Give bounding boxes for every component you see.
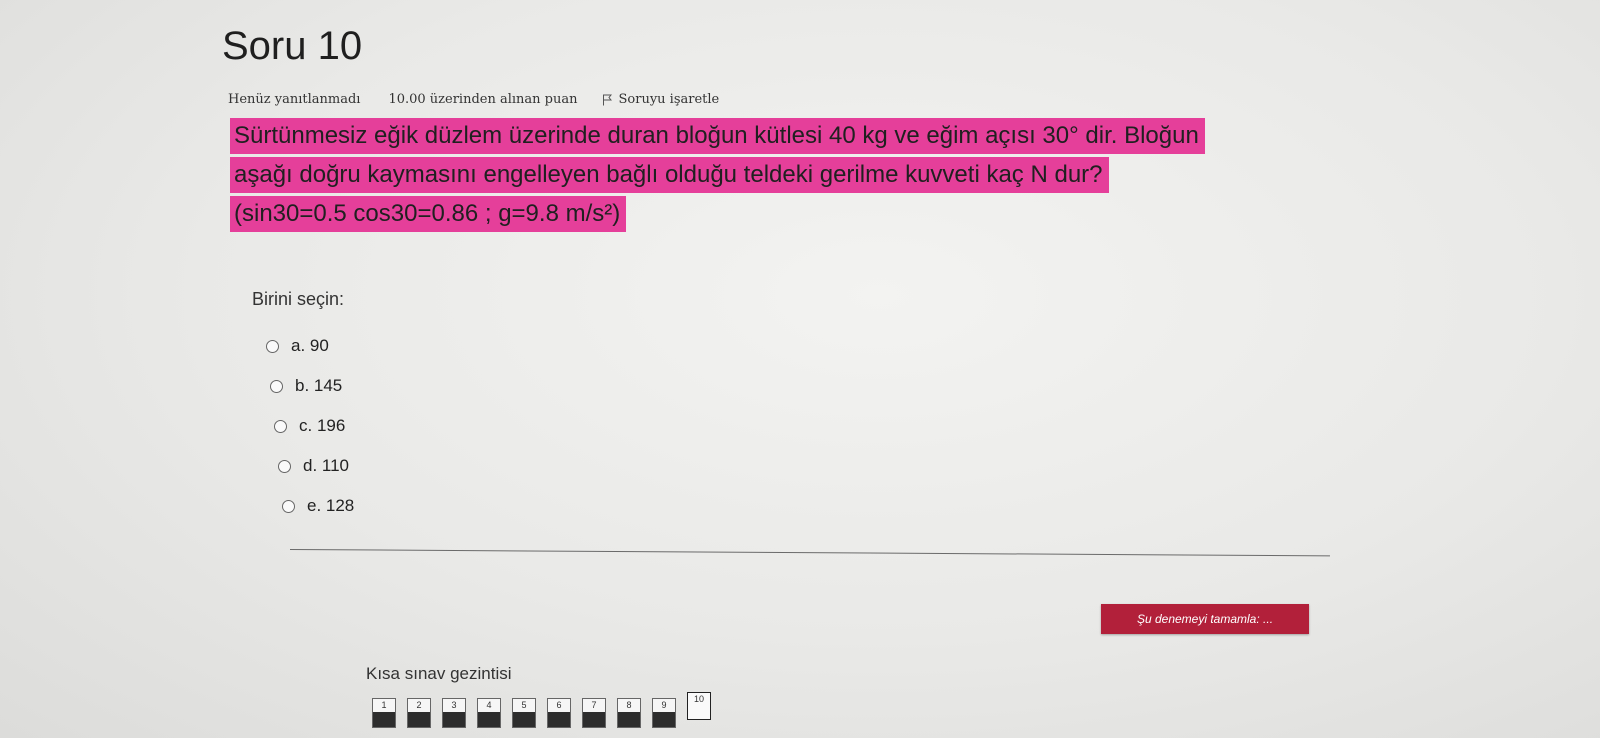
flag-label: Soruyu işaretle <box>618 92 720 107</box>
nav-question-number: 7 <box>591 700 597 710</box>
nav-question-number: 6 <box>556 700 562 710</box>
answer-label: b. 145 <box>295 376 343 395</box>
question-status: Henüz yanıtlanmadı <box>228 92 361 107</box>
nav-question-button[interactable]: 5 <box>512 698 536 728</box>
answer-option-e[interactable]: e. 128 <box>282 486 354 526</box>
nav-question-number: 4 <box>486 700 492 710</box>
nav-question-number: 9 <box>661 700 667 710</box>
flag-question-link[interactable]: Soruyu işaretle <box>602 92 720 107</box>
answer-option-c[interactable]: c. 196 <box>274 406 354 446</box>
answer-label: a. 90 <box>291 336 329 355</box>
answer-option-b[interactable]: b. 145 <box>270 366 354 406</box>
flag-icon <box>602 94 612 105</box>
answer-prompt: Birini seçin: <box>252 289 345 309</box>
quiz-navigation: 1 2 3 4 5 6 7 8 9 10 <box>372 692 722 728</box>
nav-question-button-current[interactable]: 10 <box>687 692 711 720</box>
nav-question-button[interactable]: 3 <box>442 698 466 728</box>
nav-question-number: 5 <box>521 700 527 710</box>
question-info: Henüz yanıtlanmadı 10.00 üzerinden alına… <box>228 92 719 107</box>
finish-attempt-button[interactable]: Şu denemeyi tamamla: ... <box>1101 604 1309 634</box>
question-points: 10.00 üzerinden alınan puan <box>388 92 578 107</box>
nav-question-button[interactable]: 7 <box>582 698 606 728</box>
answer-label: c. 196 <box>299 416 346 435</box>
answer-option-a[interactable]: a. 90 <box>266 326 354 366</box>
nav-question-number: 2 <box>416 700 422 710</box>
nav-question-button[interactable]: 9 <box>652 698 676 728</box>
nav-question-number: 10 <box>693 694 704 704</box>
nav-question-button[interactable]: 1 <box>372 698 396 728</box>
answer-label: d. 110 <box>303 456 350 475</box>
nav-question-button[interactable]: 8 <box>617 698 641 728</box>
question-line: Sürtünmesiz eğik düzlem üzerinde duran b… <box>230 118 1205 154</box>
nav-question-number: 8 <box>626 700 632 710</box>
quiz-navigation-title: Kısa sınav gezintisi <box>366 664 512 683</box>
radio-button[interactable] <box>282 499 295 513</box>
answer-label: e. 128 <box>307 496 355 515</box>
question-line: aşağı doğru kaymasını engelleyen bağlı o… <box>230 157 1109 193</box>
answer-option-d[interactable]: d. 110 <box>278 446 354 486</box>
answer-list: a. 90 b. 145 c. 196 d. 110 e. 128 <box>266 326 354 526</box>
nav-question-button[interactable]: 2 <box>407 698 431 728</box>
divider <box>289 549 1330 557</box>
radio-button[interactable] <box>270 379 283 393</box>
radio-button[interactable] <box>266 339 279 353</box>
nav-question-number: 3 <box>451 700 457 710</box>
radio-button[interactable] <box>278 459 291 473</box>
nav-question-button[interactable]: 4 <box>477 698 501 728</box>
nav-question-number: 1 <box>381 700 387 710</box>
question-title: Soru 10 <box>222 24 363 68</box>
radio-button[interactable] <box>274 419 287 433</box>
nav-question-button[interactable]: 6 <box>547 698 571 728</box>
question-line: (sin30=0.5 cos30=0.86 ; g=9.8 m/s²) <box>230 196 627 232</box>
question-text: Sürtünmesiz eğik düzlem üzerinde duran b… <box>230 118 1420 235</box>
